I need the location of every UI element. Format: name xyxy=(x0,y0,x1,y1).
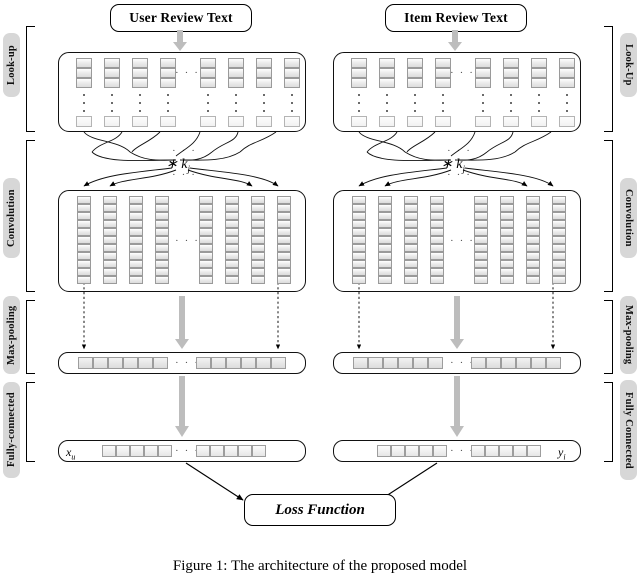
kernel-label-item: ∗ kj xyxy=(441,157,465,174)
vdots-lookup-item-5 xyxy=(482,94,484,112)
conv-column-item-1 xyxy=(352,196,366,284)
lookup-bottomcell-user-2 xyxy=(104,116,120,127)
fc-cells-user-right xyxy=(196,445,266,457)
vdots-lookup-user-1 xyxy=(83,94,85,112)
lookup-column-item-3 xyxy=(407,58,423,88)
lookup-column-item-5 xyxy=(475,58,491,88)
conv-column-item-3 xyxy=(404,196,418,284)
lookup-bottomcell-item-1 xyxy=(351,116,367,127)
maxpool-cells-item-left xyxy=(353,357,443,369)
loss-function-box: Loss Function xyxy=(244,494,396,526)
conv-column-user-3 xyxy=(129,196,143,284)
vdots-lookup-user-2 xyxy=(111,94,113,112)
vdots-lookup-user-6 xyxy=(235,94,237,112)
conv-column-item-4 xyxy=(430,196,444,284)
lookup-column-user-1 xyxy=(76,58,92,88)
lookup-column-item-4 xyxy=(435,58,451,88)
lookup-column-user-5 xyxy=(200,58,216,88)
figure-caption: Figure 1: The architecture of the propos… xyxy=(172,558,468,574)
maxpool-cells-user-left xyxy=(78,357,168,369)
conv-column-item-7 xyxy=(526,196,540,284)
lookup-bottomcell-user-3 xyxy=(132,116,148,127)
lookup-column-user-7 xyxy=(256,58,272,88)
conv-column-user-5 xyxy=(199,196,213,284)
conv-column-user-6 xyxy=(225,196,239,284)
fc-cells-user-left xyxy=(102,445,172,457)
maxpool-cells-item-right xyxy=(471,357,561,369)
vdots-lookup-user-3 xyxy=(139,94,141,112)
vdots-lookup-item-7 xyxy=(538,94,540,112)
conv-column-user-7 xyxy=(251,196,265,284)
vdots-lookup-item-2 xyxy=(386,94,388,112)
conv-column-item-6 xyxy=(500,196,514,284)
lookup-bottomcell-item-6 xyxy=(503,116,519,127)
lookup-column-user-4 xyxy=(160,58,176,88)
lookup-bottomcell-user-6 xyxy=(228,116,244,127)
vdots-lookup-item-8 xyxy=(566,94,568,112)
lookup-column-user-3 xyxy=(132,58,148,88)
lookup-column-item-7 xyxy=(531,58,547,88)
lookup-bottomcell-item-3 xyxy=(407,116,423,127)
conv-column-item-2 xyxy=(378,196,392,284)
vdots-lookup-item-3 xyxy=(414,94,416,112)
vdots-lookup-user-4 xyxy=(167,94,169,112)
lookup-column-item-1 xyxy=(351,58,367,88)
lookup-column-user-6 xyxy=(228,58,244,88)
lookup-column-item-2 xyxy=(379,58,395,88)
vdots-lookup-user-5 xyxy=(207,94,209,112)
lookup-bottomcell-user-1 xyxy=(76,116,92,127)
lookup-bottomcell-item-8 xyxy=(559,116,575,127)
lookup-column-user-8 xyxy=(284,58,300,88)
conv-column-user-2 xyxy=(103,196,117,284)
conv-column-item-5 xyxy=(474,196,488,284)
vdots-lookup-item-4 xyxy=(442,94,444,112)
conv-column-user-1 xyxy=(77,196,91,284)
lookup-bottomcell-user-8 xyxy=(284,116,300,127)
conv-column-item-8 xyxy=(552,196,566,284)
lookup-column-item-6 xyxy=(503,58,519,88)
conv-column-user-8 xyxy=(277,196,291,284)
figure-architecture-diagram: Look-up Convolution Max-pooling Fully-co… xyxy=(0,0,640,578)
fc-cells-item-right xyxy=(471,445,541,457)
lookup-column-item-8 xyxy=(559,58,575,88)
vdots-lookup-item-1 xyxy=(358,94,360,112)
lookup-bottomcell-item-5 xyxy=(475,116,491,127)
lookup-bottomcell-item-4 xyxy=(435,116,451,127)
lookup-bottomcell-item-2 xyxy=(379,116,395,127)
lookup-bottomcell-user-7 xyxy=(256,116,272,127)
vdots-lookup-item-6 xyxy=(510,94,512,112)
fc-cells-item-left xyxy=(377,445,447,457)
lookup-bottomcell-user-5 xyxy=(200,116,216,127)
kernel-label-user: ∗ kj xyxy=(166,157,190,174)
conv-column-user-4 xyxy=(155,196,169,284)
vdots-lookup-user-7 xyxy=(263,94,265,112)
vdots-lookup-user-8 xyxy=(291,94,293,112)
lookup-bottomcell-item-7 xyxy=(531,116,547,127)
lookup-column-user-2 xyxy=(104,58,120,88)
maxpool-cells-user-right xyxy=(196,357,286,369)
lookup-bottomcell-user-4 xyxy=(160,116,176,127)
